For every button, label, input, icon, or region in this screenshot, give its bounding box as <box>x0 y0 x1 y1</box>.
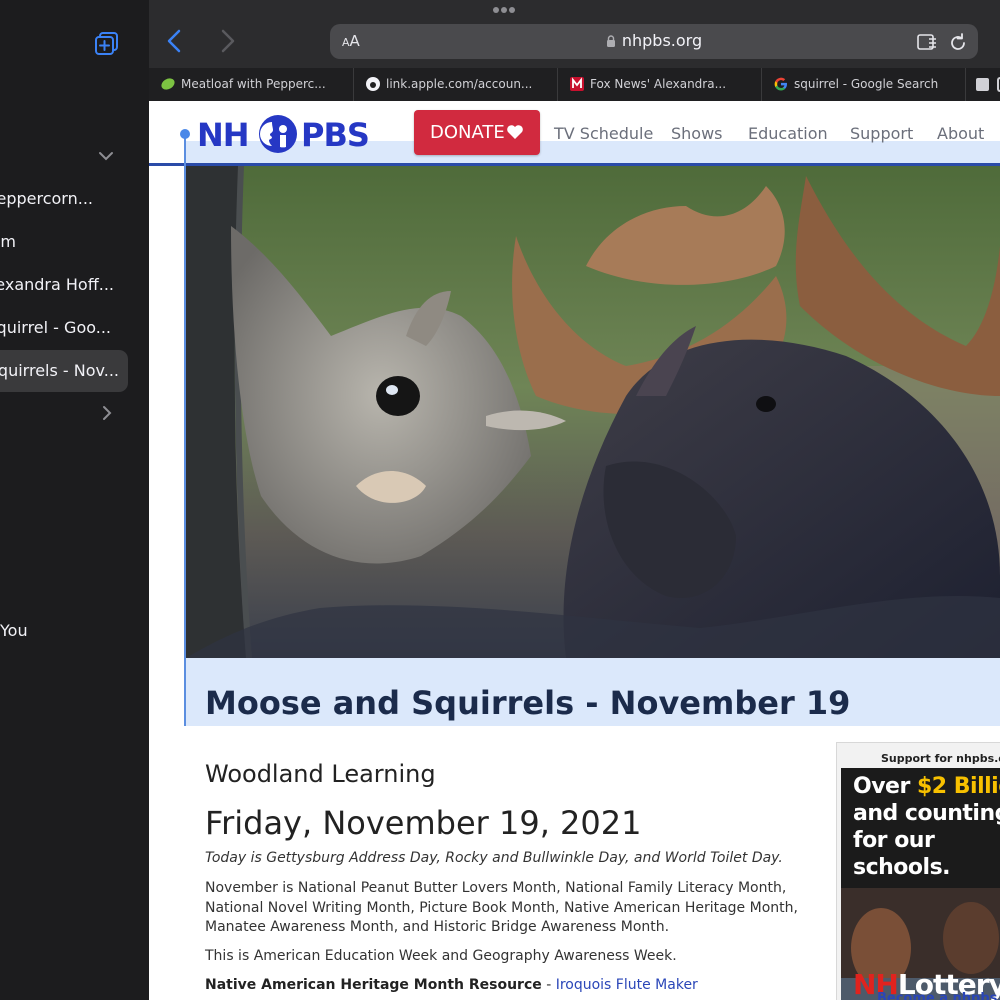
resource-separator: - <box>541 977 556 993</box>
article-date: Friday, November 19, 2021 <box>205 804 642 842</box>
chevron-right-icon[interactable] <box>97 403 117 423</box>
sidebar-tab-label: om <box>0 232 16 251</box>
text-selection-handle-line[interactable] <box>184 134 186 726</box>
web-page: NH PBS DONATE TV Schedule Shows Educatio… <box>149 101 1000 1000</box>
sidebar-tab-label: Squirrels - Nov... <box>0 361 119 380</box>
ad-headline-line1: Over $2 Billion <box>853 774 1000 799</box>
text-selection-handle[interactable] <box>180 129 190 139</box>
lock-icon <box>606 35 615 47</box>
months-text: November is National Peanut Butter Lover… <box>205 880 798 935</box>
heart-icon <box>507 125 523 139</box>
pbs-head-logo-icon <box>259 115 297 153</box>
donate-button[interactable]: DONATE <box>414 110 540 155</box>
tab-bar: Meatloaf with Pepperc... link.apple.com/… <box>149 68 1000 101</box>
ad-headline-line3: for our <box>853 828 935 853</box>
address-bar[interactable]: AA nhpbs.org <box>330 24 978 59</box>
resource-line: Native American Heritage Month Resource … <box>205 977 698 993</box>
nav-shows[interactable]: Shows <box>671 124 723 143</box>
tab-meatloaf[interactable]: Meatloaf with Pepperc... <box>149 68 354 101</box>
tab-label: link.apple.com/accoun... <box>386 77 533 91</box>
nav-support[interactable]: Support <box>850 124 913 143</box>
iroquois-flute-maker-link[interactable]: Iroquois Flute Maker <box>556 977 698 993</box>
sidebar-tab-meatloaf[interactable]: h Peppercorn... <box>0 178 128 220</box>
donate-label: DONATE <box>430 122 505 143</box>
tab-label: Fox News' Alexandra... <box>590 77 727 91</box>
leaf-favicon-icon <box>161 78 175 90</box>
sidebar-tab-moose-squirrels[interactable]: Squirrels - Nov... <box>0 350 128 392</box>
article-title: Moose and Squirrels - November 19 <box>205 684 851 722</box>
nav-education[interactable]: Education <box>748 124 828 143</box>
reload-icon[interactable] <box>948 31 968 53</box>
sidebar-shared-with-you[interactable]: You <box>0 621 28 640</box>
browser-toolbar: AA nhpbs.org Meatloaf with Pepperc... li… <box>149 0 1000 101</box>
nav-tv-schedule[interactable]: TV Schedule <box>554 124 653 143</box>
nav-about[interactable]: About <box>937 124 984 143</box>
url-text: nhpbs.org <box>330 31 978 50</box>
logo-pbs-text: PBS <box>301 116 370 154</box>
today-text: Today is Gettysburg Address Day, Rocky a… <box>205 850 783 866</box>
multitasking-dots-icon[interactable] <box>492 6 516 14</box>
tab-sidebar: h Peppercorn... om lexandra Hoff... squi… <box>0 0 149 1000</box>
new-tab-group-icon[interactable] <box>94 31 120 57</box>
sidebar-tab-squirrel-search[interactable]: squirrel - Goo... <box>0 307 128 349</box>
sidebar-tab-label: h Peppercorn... <box>0 189 93 208</box>
sidebar-tab-apple-link[interactable]: om <box>0 221 128 263</box>
tab-label: squirrel - Google Search <box>794 77 939 91</box>
google-favicon-icon <box>774 77 787 91</box>
forward-arrow-icon[interactable] <box>215 28 239 54</box>
sponsor-ad: Support for nhpbs.org Over $2 Billion an… <box>836 742 1000 1000</box>
tab-label: Meatloaf with Pepperc... <box>181 77 326 91</box>
sidebar-tab-fox-news[interactable]: lexandra Hoff... <box>0 264 128 306</box>
ad-label: Support for nhpbs.org <box>881 752 1000 765</box>
section-title: Woodland Learning <box>205 760 436 788</box>
reader-icon[interactable] <box>916 32 938 52</box>
tab-squirrel-search[interactable]: squirrel - Google Search <box>762 68 966 101</box>
week-text: This is American Education Week and Geog… <box>205 948 677 964</box>
resource-label: Native American Heritage Month Resource <box>205 977 542 993</box>
apple-favicon-icon <box>366 77 380 91</box>
close-tab-icon[interactable] <box>976 78 989 91</box>
ad-headline-line4: schools. <box>853 855 951 880</box>
sidebar-tab-label: lexandra Hoff... <box>0 275 114 294</box>
tab-apple-link[interactable]: link.apple.com/accoun... <box>354 68 558 101</box>
ad-headline-line2: and counting <box>853 801 1000 826</box>
fox-favicon-icon <box>570 77 584 91</box>
logo-nh-text: NH <box>197 116 250 154</box>
tab-fox-news[interactable]: Fox News' Alexandra... <box>558 68 762 101</box>
chevron-down-icon[interactable] <box>96 146 116 166</box>
sidebar-tab-label: squirrel - Goo... <box>0 318 111 337</box>
back-arrow-icon[interactable] <box>163 28 187 54</box>
nh-lottery-ad[interactable]: Over $2 Billion and counting for our sch… <box>841 768 1000 1000</box>
become-member-link[interactable]: Become a nhpbs.org <box>877 991 1000 1000</box>
moose-and-squirrel-hero-image <box>186 166 1000 658</box>
